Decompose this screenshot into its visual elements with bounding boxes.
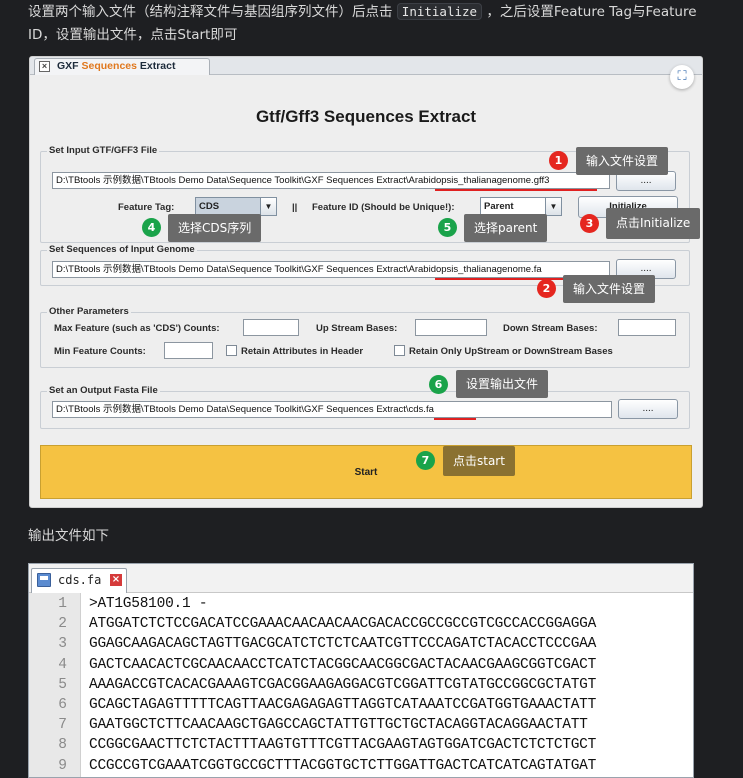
intro-text-before: 设置两个输入文件（结构注释文件与基因组序列文件）后点击 (28, 4, 393, 20)
line-number: 1 (58, 596, 67, 612)
up-stream-label: Up Stream Bases: (316, 323, 398, 334)
gxf-tab[interactable]: × GXF Sequences Extract (34, 58, 210, 75)
line-text: GGAGCAAGACAGCTAGTTGACGCATCTCTCTCAATCGTTC… (89, 636, 597, 653)
callout-badge-7: 7 (416, 451, 435, 470)
callout-badge-5: 5 (438, 218, 457, 237)
callout-tip-3: 点击Initialize (606, 208, 701, 239)
output-browse-button[interactable]: .... (618, 399, 678, 419)
editor-line[interactable]: 2 ATGGATCTCTCCGACATCCGAAACAACAACAACGACACC… (29, 614, 693, 634)
callout-tip-2: 输入文件设置 (563, 275, 656, 303)
line-text: GCAGCTAGAGTTTTTCAGTTAACGAGAGAGTTAGGTCATA… (89, 696, 597, 713)
editor-line[interactable]: 8 CCGGCGAACTTCTCTACTTTAAGTGTTTCGTTACGAAGT… (29, 735, 693, 755)
feature-tag-value: CDS (199, 201, 220, 212)
down-stream-input[interactable] (618, 319, 676, 336)
editor-tab-bar: cds.fa × (29, 564, 693, 593)
callout-badge-4: 4 (142, 218, 161, 237)
editor-tab-label: cds.fa (58, 573, 102, 587)
gxf-tab-suffix: Extract (136, 60, 176, 72)
editor-tab-cds[interactable]: cds.fa × (31, 568, 127, 593)
gxf-tab-highlight: Sequences (81, 60, 137, 72)
retain-updown-label: Retain Only UpStream or DownStream Bases (409, 346, 613, 357)
editor-line[interactable]: 7 GAATGGCTCTTCAACAAGCTGAGCCAGCTATTGTTGCTG… (29, 715, 693, 735)
close-icon[interactable]: × (110, 574, 122, 586)
tab-close-icon[interactable]: × (39, 61, 50, 72)
other-params-section-label: Other Parameters (47, 306, 131, 317)
retain-attr-checkbox[interactable] (226, 345, 237, 356)
feature-id-value: Parent (484, 201, 514, 212)
chevron-down-icon[interactable]: ▼ (545, 198, 561, 215)
line-text: CCGCCGTCGAAATCGGTGCCGCTTTACGGTGCTCTTGGAT… (89, 757, 597, 774)
gtf-path-underline (435, 189, 597, 191)
output-path-underline (434, 418, 476, 420)
feature-tag-label: Feature Tag: (118, 202, 175, 213)
genome-path-field[interactable]: D:\TBtools 示例数据\TBtools Demo Data\Sequen… (52, 261, 610, 278)
editor-line[interactable]: 9 CCGCCGTCGAAATCGGTGCCGCTTTACGGTGCTCTTGGA… (29, 756, 693, 776)
line-text: ATGGATCTCTCCGACATCCGAAACAACAACAACGACACCG… (89, 616, 597, 633)
chevron-down-icon[interactable]: ▼ (260, 198, 276, 215)
callout-badge-2: 2 (537, 279, 556, 298)
save-file-icon (37, 573, 51, 587)
line-number: 6 (58, 696, 67, 713)
max-feature-label: Max Feature (such as 'CDS') Counts: (54, 323, 220, 334)
min-feature-input[interactable] (164, 342, 213, 359)
input-gtf-path-field[interactable]: D:\TBtools 示例数据\TBtools Demo Data\Sequen… (52, 172, 610, 189)
line-number: 7 (58, 717, 67, 734)
editor-line[interactable]: 6 GCAGCTAGAGTTTTTCAGTTAACGAGAGAGTTAGGTCAT… (29, 695, 693, 715)
editor-line[interactable]: 1 >AT1G58100.1 - (29, 594, 693, 614)
fasta-editor: cds.fa × 1 >AT1G58100.1 - 2 ATGGATCTCTCCGAC… (28, 563, 694, 778)
up-stream-input[interactable] (415, 319, 487, 336)
line-number: 4 (58, 656, 67, 673)
line-number: 3 (58, 636, 67, 653)
output-heading: 输出文件如下 (28, 528, 109, 544)
line-number: 5 (58, 676, 67, 693)
screen-capture-icon[interactable]: ⛶ (670, 65, 694, 89)
intro-code-initialize: Initialize (396, 3, 483, 20)
input-gtf-section-label: Set Input GTF/GFF3 File (47, 145, 160, 156)
editor-line[interactable]: 5 AAAGACCGTCACACGAAAGTCGACGGAAGAGGACGTCGG… (29, 675, 693, 695)
line-text: GACTCAACACTCGCAACAACCTCATCTACGGCAACGGCGA… (89, 656, 597, 673)
min-feature-label: Min Feature Counts: (54, 346, 146, 357)
line-number: 8 (58, 737, 67, 754)
editor-text-area[interactable]: 1 >AT1G58100.1 - 2 ATGGATCTCTCCGACATCCGAAAC… (29, 594, 693, 777)
callout-tip-5: 选择parent (464, 214, 548, 242)
output-section-label: Set an Output Fasta File (47, 385, 160, 396)
max-feature-input[interactable] (243, 319, 299, 336)
callout-tip-1: 输入文件设置 (576, 147, 669, 175)
line-text: >AT1G58100.1 - (89, 596, 208, 612)
callout-badge-3: 3 (580, 214, 599, 233)
editor-line[interactable]: 3 GGAGCAAGACAGCTAGTTGACGCATCTCTCTCAATCGTT… (29, 634, 693, 654)
retain-attr-label: Retain Attributes in Header (241, 346, 364, 357)
gxf-tab-bar: × GXF Sequences Extract (30, 57, 702, 75)
gxf-page-title: Gtf/Gff3 Sequences Extract (255, 107, 477, 126)
callout-badge-1: 1 (549, 151, 568, 170)
start-button[interactable]: Start (40, 445, 692, 499)
gxf-tab-prefix: GXF (57, 60, 82, 72)
line-number: 2 (58, 616, 67, 633)
retain-updown-checkbox[interactable] (394, 345, 405, 356)
other-params-section: Other Parameters (40, 306, 690, 368)
feature-id-label: Feature ID (Should be Unique!): (312, 202, 455, 213)
down-stream-label: Down Stream Bases: (503, 323, 598, 334)
line-text: GAATGGCTCTTCAACAAGCTGAGCCAGCTATTGTTGCTGC… (89, 717, 588, 734)
line-number: 9 (58, 757, 67, 774)
line-text: CCGGCGAACTTCTCTACTTTAAGTGTTTCGTTACGAAGTA… (89, 737, 597, 754)
genome-section-label: Set Sequences of Input Genome (47, 244, 197, 255)
callout-tip-7: 点击start (443, 446, 515, 476)
intro-paragraph: 设置两个输入文件（结构注释文件与基因组序列文件）后点击 Initialize ，… (28, 0, 728, 47)
callout-tip-4: 选择CDS序列 (168, 214, 262, 242)
callout-badge-6: 6 (429, 375, 448, 394)
editor-line[interactable]: 4 GACTCAACACTCGCAACAACCTCATCTACGGCAACGGCG… (29, 655, 693, 675)
feature-separator: || (292, 202, 298, 213)
line-text: AAAGACCGTCACACGAAAGTCGACGGAAGAGGACGTCGGA… (89, 676, 597, 693)
output-path-field[interactable]: D:\TBtools 示例数据\TBtools Demo Data\Sequen… (52, 401, 612, 418)
callout-tip-6: 设置输出文件 (456, 370, 549, 398)
